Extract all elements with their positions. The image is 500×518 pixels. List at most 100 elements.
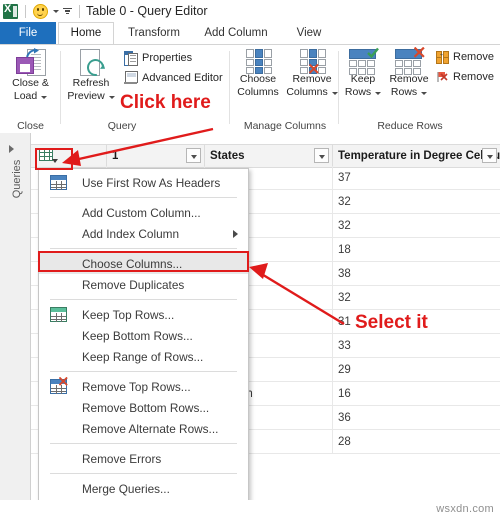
- queries-pane-label: Queries: [11, 159, 23, 199]
- menu-item-remove-duplicates[interactable]: Remove Duplicates: [39, 274, 248, 295]
- properties-label: Properties: [142, 51, 193, 64]
- remove-columns-button[interactable]: Remove Columns: [285, 49, 339, 98]
- menu-separator: [50, 443, 237, 444]
- customize-quick-access-toolbar-icon[interactable]: [63, 7, 72, 15]
- remove-rows-icon: [394, 47, 425, 75]
- remove-errors-label: Remove: [453, 71, 494, 83]
- grid-header-label-states: States: [210, 150, 245, 162]
- properties-button[interactable]: Properties: [124, 51, 193, 66]
- ribbon-group-label-close: Close: [17, 120, 44, 132]
- menu-item-label: Keep Bottom Rows...: [82, 328, 193, 343]
- grid-cell-temperature[interactable]: 38: [333, 262, 500, 285]
- menu-item-label: Keep Range of Rows...: [82, 349, 204, 364]
- menu-item-label: Use First Row As Headers: [82, 175, 221, 190]
- advanced-editor-button[interactable]: Advanced Editor: [124, 71, 223, 84]
- close-and-load-label-1: Close &: [12, 77, 49, 89]
- tab-file[interactable]: File: [0, 22, 56, 44]
- choose-columns-button[interactable]: Choose Columns: [231, 49, 285, 98]
- keep-rows-icon: [348, 47, 379, 75]
- query-editor-window: Table 0 - Query Editor File Home Transfo…: [0, 0, 500, 518]
- tab-transform[interactable]: Transform: [118, 22, 190, 44]
- grid-cell-temperature[interactable]: 37: [333, 166, 500, 189]
- menu-item-label: Add Index Column: [82, 226, 180, 241]
- column-filter-button-1[interactable]: [186, 148, 201, 163]
- grid-cell-temperature[interactable]: 18: [333, 238, 500, 261]
- smiley-icon[interactable]: [33, 3, 48, 19]
- grid-cell-temperature[interactable]: 32: [333, 190, 500, 213]
- ribbon-tabs: File Home Transform Add Column View: [0, 22, 500, 45]
- remove-rows-icon: [50, 377, 68, 394]
- menu-separator: [50, 248, 237, 249]
- annotation-select-it: Select it: [355, 312, 428, 333]
- column-filter-button-temperature[interactable]: [482, 148, 497, 163]
- tab-add-column[interactable]: Add Column: [196, 22, 276, 44]
- remove-columns-label-1: Remove: [292, 73, 332, 85]
- menu-item-keep-top-rows[interactable]: Keep Top Rows...: [39, 304, 248, 325]
- remove-errors-button[interactable]: Remove: [436, 71, 494, 83]
- menu-item-label: Remove Errors: [82, 451, 162, 466]
- menu-item-add-custom-column[interactable]: Add Custom Column...: [39, 202, 248, 223]
- menu-item-keep-bottom-rows[interactable]: Keep Bottom Rows...: [39, 325, 248, 346]
- menu-item-label: Add Custom Column...: [82, 205, 201, 220]
- menu-item-remove-errors[interactable]: Remove Errors: [39, 448, 248, 469]
- close-and-load-label-2: Load: [0, 90, 61, 103]
- grid-header-cell-temperature[interactable]: Temperature in Degree Celsius: [333, 145, 500, 167]
- tab-home[interactable]: Home: [58, 22, 114, 45]
- grid-cell-temperature[interactable]: 28: [333, 430, 500, 453]
- remove-duplicates-button[interactable]: Remove: [436, 51, 494, 64]
- grid-header-cell-1[interactable]: 1: [107, 145, 205, 167]
- close-and-load-button[interactable]: Close & Load: [0, 48, 61, 103]
- menu-item-use-first-row-as-headers[interactable]: Use First Row As Headers: [39, 172, 248, 193]
- refresh-preview-button[interactable]: Refresh Preview: [62, 49, 120, 102]
- menu-item-remove-top-rows[interactable]: Remove Top Rows...: [39, 376, 248, 397]
- menu-separator: [50, 197, 237, 198]
- menu-item-remove-bottom-rows[interactable]: Remove Bottom Rows...: [39, 397, 248, 418]
- grid-header-label-1: 1: [112, 150, 119, 162]
- annotation-click-here: Click here: [120, 92, 211, 113]
- remove-errors-icon: [436, 71, 449, 83]
- menu-item-add-index-column[interactable]: Add Index Column: [39, 223, 248, 244]
- keep-rows-label-2: Rows: [340, 86, 386, 99]
- tab-view[interactable]: View: [284, 22, 334, 44]
- grid-cell-temperature[interactable]: 29: [333, 358, 500, 381]
- watermark: wsxdn.com: [436, 503, 494, 515]
- remove-duplicates-icon: [436, 51, 449, 64]
- chevron-down-icon[interactable]: [53, 9, 59, 13]
- ribbon-group-label-query: Query: [107, 120, 137, 132]
- menu-item-merge-queries[interactable]: Merge Queries...: [39, 478, 248, 499]
- menu-separator: [50, 299, 237, 300]
- ribbon-group-close: Close & Load Close: [0, 45, 61, 134]
- highlight-box-choose-columns: [38, 251, 249, 272]
- menu-item-keep-range-of-rows[interactable]: Keep Range of Rows...: [39, 346, 248, 367]
- menu-item-label: Merge Queries...: [82, 481, 170, 496]
- close-and-load-icon: [15, 48, 46, 77]
- grid-header-label-temperature: Temperature in Degree Celsius: [338, 150, 500, 162]
- highlight-box-table-icon: [35, 148, 73, 170]
- remove-rows-button[interactable]: Remove Rows: [386, 47, 432, 98]
- grid-cell-temperature[interactable]: 32: [333, 286, 500, 309]
- title-bar: Table 0 - Query Editor: [0, 0, 500, 22]
- menu-item-label: Keep Top Rows...: [82, 307, 175, 322]
- menu-item-remove-alternate-rows[interactable]: Remove Alternate Rows...: [39, 418, 248, 439]
- keep-rows-button[interactable]: Keep Rows: [340, 47, 386, 99]
- queries-pane: Queries: [0, 133, 31, 518]
- table-headers-icon: [50, 175, 67, 190]
- remove-rows-label-1: Remove: [389, 73, 429, 85]
- grid-header-cell-states[interactable]: States: [205, 145, 333, 167]
- column-filter-button-states[interactable]: [314, 148, 329, 163]
- properties-icon: [124, 51, 138, 66]
- grid-cell-temperature[interactable]: 32: [333, 214, 500, 237]
- menu-item-label: Remove Bottom Rows...: [82, 400, 210, 415]
- grid-cell-temperature[interactable]: 33: [333, 334, 500, 357]
- table-options-menu: Use First Row As Headers Add Custom Colum…: [38, 168, 249, 518]
- refresh-preview-icon: [78, 49, 108, 80]
- ribbon-group-label-manage-columns: Manage Columns: [243, 120, 327, 132]
- window-title: Table 0 - Query Editor: [86, 4, 208, 18]
- menu-item-label: Remove Alternate Rows...: [82, 421, 219, 436]
- refresh-preview-label-1: Refresh: [72, 77, 110, 89]
- choose-columns-icon: [244, 49, 272, 74]
- excel-icon[interactable]: [3, 3, 18, 19]
- ribbon-group-label-reduce-rows: Reduce Rows: [377, 120, 443, 132]
- grid-cell-temperature[interactable]: 16: [333, 382, 500, 405]
- grid-cell-temperature[interactable]: 36: [333, 406, 500, 429]
